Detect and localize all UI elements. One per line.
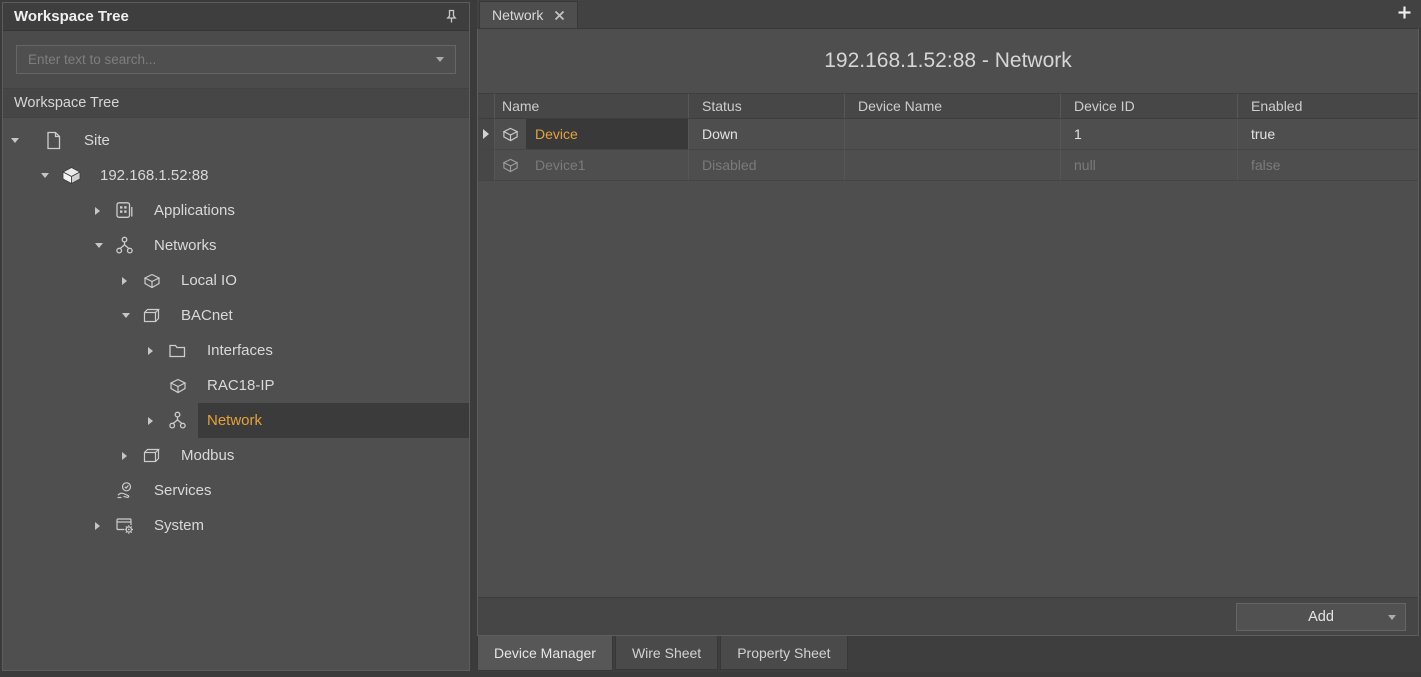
tree-item-rac18-ip[interactable]: RAC18-IP — [3, 368, 469, 403]
caret-collapsed-icon[interactable] — [95, 207, 100, 215]
column-header-device-name[interactable]: Device Name — [845, 94, 1061, 118]
cell-enabled[interactable]: false — [1238, 150, 1418, 181]
tree-item-local-io[interactable]: Local IO — [3, 263, 469, 298]
tree-item-modbus[interactable]: Modbus — [3, 438, 469, 473]
cell-name[interactable]: Device1 — [495, 150, 689, 181]
table-row[interactable]: Device Down 1 true — [478, 119, 1418, 150]
tree-item-network[interactable]: Network — [3, 403, 469, 438]
tab-label: Network — [492, 7, 543, 23]
panel-title: Workspace Tree — [14, 8, 129, 25]
workspace-tree-panel: Workspace Tree Workspace Tree Site — [2, 2, 470, 671]
caret-collapsed-icon[interactable] — [148, 347, 153, 355]
device-icon — [501, 126, 520, 143]
tree-item-interfaces[interactable]: Interfaces — [3, 333, 469, 368]
device-icon — [142, 272, 172, 290]
cell-device-name[interactable] — [845, 150, 1061, 181]
services-icon — [115, 481, 145, 500]
cell-device-id[interactable]: 1 — [1061, 119, 1238, 150]
row-selector-cell[interactable] — [478, 119, 495, 150]
gutter-header — [478, 94, 495, 118]
cell-name[interactable]: Device — [495, 119, 689, 150]
cell-device-id[interactable]: null — [1061, 150, 1238, 181]
table-row[interactable]: Device1 Disabled null false — [478, 150, 1418, 181]
layers-icon — [142, 306, 172, 325]
add-tab-plus-icon[interactable] — [1397, 5, 1412, 20]
device-icon — [501, 157, 520, 174]
search-area — [3, 31, 469, 89]
cell-status[interactable]: Disabled — [689, 150, 845, 181]
caret-collapsed-icon[interactable] — [122, 452, 127, 460]
action-bar: Add — [478, 597, 1418, 635]
tab-property-sheet[interactable]: Property Sheet — [720, 636, 847, 670]
network-icon — [115, 236, 145, 255]
pin-icon[interactable] — [445, 9, 458, 24]
bottom-tab-strip: Device Manager Wire Sheet Property Sheet — [477, 636, 1421, 672]
column-header-enabled[interactable]: Enabled — [1238, 94, 1418, 118]
tree-item-applications[interactable]: Applications — [3, 193, 469, 228]
cell-status[interactable]: Down — [689, 119, 845, 150]
column-header-device-id[interactable]: Device ID — [1061, 94, 1238, 118]
search-box[interactable] — [16, 45, 456, 74]
tree-item-bacnet[interactable]: BACnet — [3, 298, 469, 333]
view-title: 192.168.1.52:88 - Network — [478, 29, 1418, 93]
column-header-name[interactable]: Name — [495, 94, 689, 118]
tree-item-site[interactable]: Site — [3, 123, 469, 158]
layers-icon — [142, 446, 172, 465]
tree-item-services[interactable]: Services — [3, 473, 469, 508]
row-selector-cell[interactable] — [478, 150, 495, 181]
folder-icon — [168, 342, 198, 359]
applications-icon — [115, 201, 145, 220]
system-icon — [115, 516, 145, 535]
tree-item-networks[interactable]: Networks — [3, 228, 469, 263]
add-dropdown-caret-icon[interactable] — [1388, 615, 1396, 620]
caret-collapsed-icon[interactable] — [122, 277, 127, 285]
caret-expanded-icon[interactable] — [41, 173, 49, 178]
caret-collapsed-icon[interactable] — [148, 417, 153, 425]
document-tab-strip: Network — [477, 0, 1421, 28]
device-manager-view: 192.168.1.52:88 - Network Name Status De… — [477, 28, 1419, 636]
document-icon — [45, 131, 75, 150]
add-button[interactable]: Add — [1236, 603, 1406, 631]
caret-collapsed-icon[interactable] — [95, 522, 100, 530]
column-header-status[interactable]: Status — [689, 94, 845, 118]
device-icon — [168, 377, 198, 395]
controller-icon — [61, 166, 91, 185]
tree-section-label: Workspace Tree — [14, 95, 119, 111]
table-empty-area — [478, 181, 1418, 597]
tab-network[interactable]: Network — [479, 1, 578, 28]
table-header: Name Status Device Name Device ID Enable… — [478, 93, 1418, 119]
cell-enabled[interactable]: true — [1238, 119, 1418, 150]
caret-expanded-icon[interactable] — [11, 138, 19, 143]
tab-close-icon[interactable] — [554, 10, 565, 21]
search-input[interactable] — [28, 52, 436, 67]
tree-item-system[interactable]: System — [3, 508, 469, 543]
caret-expanded-icon[interactable] — [122, 313, 130, 318]
panel-header: Workspace Tree — [3, 3, 469, 31]
current-row-indicator-icon — [483, 129, 489, 139]
search-dropdown-caret-icon[interactable] — [436, 57, 444, 62]
workspace-tree: Site 192.168.1.52:88 — [3, 118, 469, 670]
tab-device-manager[interactable]: Device Manager — [477, 636, 613, 671]
tree-item-controller[interactable]: 192.168.1.52:88 — [3, 158, 469, 193]
tab-wire-sheet[interactable]: Wire Sheet — [615, 636, 718, 670]
caret-expanded-icon[interactable] — [95, 243, 103, 248]
cell-device-name[interactable] — [845, 119, 1061, 150]
tree-section-header: Workspace Tree — [3, 89, 469, 118]
network-icon — [168, 411, 198, 430]
